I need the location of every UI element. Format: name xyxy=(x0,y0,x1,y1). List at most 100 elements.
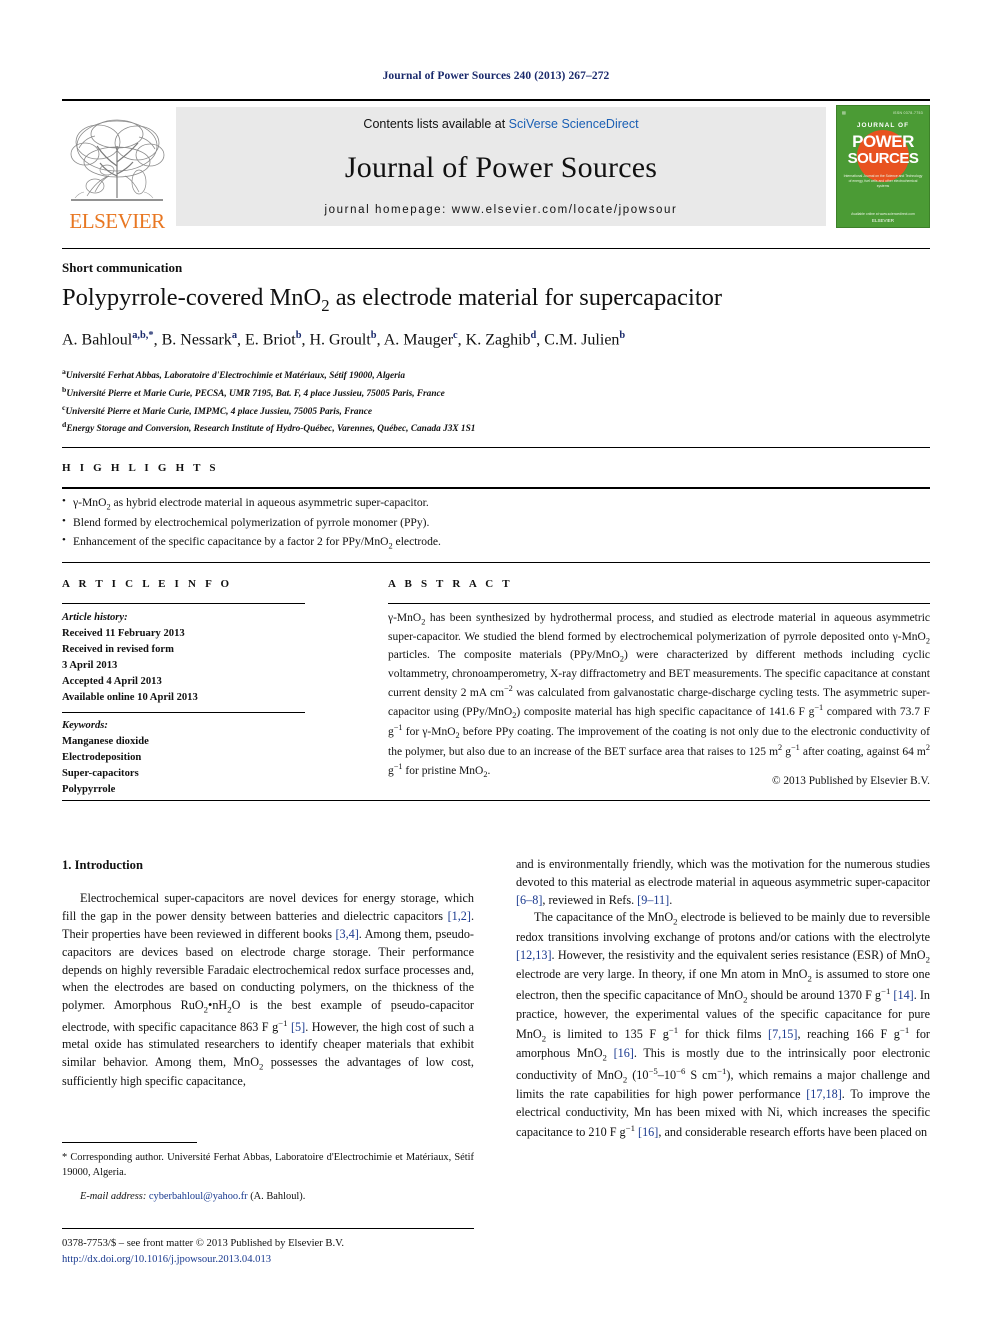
reference-citation[interactable]: [17,18] xyxy=(806,1087,842,1101)
keyword-item: Polypyrrole xyxy=(62,784,116,796)
highlights-items: γ-MnO2 as hybrid electrode material in a… xyxy=(62,493,930,553)
affiliation-item: bUniversité Pierre et Marie Curie, PECSA… xyxy=(62,384,930,402)
author-affiliation-marker: b xyxy=(619,330,626,341)
contents-line: Contents lists available at SciVerse Sci… xyxy=(363,117,638,131)
elsevier-tree-icon xyxy=(65,112,169,210)
reference-citation[interactable]: [16] xyxy=(614,1046,634,1060)
author-name: A. Bahloul xyxy=(62,331,133,349)
affiliation-text: Université Pierre et Marie Curie, PECSA,… xyxy=(66,388,445,399)
keywords-rule xyxy=(62,712,305,713)
author-affiliation-marker: a xyxy=(231,330,238,341)
footnote-block: * Corresponding author. Université Ferha… xyxy=(62,1150,474,1204)
article-info-rule xyxy=(62,603,305,604)
footnote-rule xyxy=(62,1142,197,1143)
author-name: B. Nessark xyxy=(161,331,232,349)
intro-paragraph-right-1: and is environmentally friendly, which w… xyxy=(516,857,930,907)
reference-citation[interactable]: [9–11] xyxy=(637,893,669,907)
article-history: Article history: Received 11 February 201… xyxy=(62,610,305,707)
keyword-item: Manganese dioxide xyxy=(62,736,149,748)
info-top-rule xyxy=(62,562,930,563)
reference-citation[interactable]: [16] xyxy=(638,1125,658,1139)
article-history-label: Article history: xyxy=(62,612,128,623)
issn-line: 0378-7753/$ – see front matter © 2013 Pu… xyxy=(62,1238,345,1249)
article-history-item: Received in revised form xyxy=(62,644,174,656)
reference-citation[interactable]: [6–8] xyxy=(516,893,542,907)
cover-footer-note: Available online at www.sciencedirect.co… xyxy=(851,211,915,216)
title-part-1: Polypyrrole-covered MnO xyxy=(62,284,322,311)
journal-masthead: ELSEVIER Contents lists available at Sci… xyxy=(62,99,930,232)
author-list: A. Bahloula,b,*, B. Nessarka, E. Briotb,… xyxy=(62,330,626,349)
contents-prefix: Contents lists available at xyxy=(363,117,509,131)
keywords-label: Keywords: xyxy=(62,720,108,731)
intro-paragraph-left-1: Electrochemical super-capacitors are nov… xyxy=(62,891,474,1089)
reference-citation[interactable]: [3,4] xyxy=(335,927,358,941)
journal-homepage-link[interactable]: journal homepage: www.elsevier.com/locat… xyxy=(325,204,678,216)
author-name: A. Mauger xyxy=(383,331,454,349)
author-affiliation-marker: d xyxy=(530,330,537,341)
cover-barcode-icon: ▤ xyxy=(842,110,846,115)
journal-banner: Contents lists available at SciVerse Sci… xyxy=(176,107,826,226)
corresponding-author-note: * Corresponding author. Université Ferha… xyxy=(62,1152,474,1179)
author-name: K. Zaghib xyxy=(465,331,531,349)
email-suffix: (A. Bahloul). xyxy=(247,1191,306,1203)
article-history-item: Accepted 4 April 2013 xyxy=(62,676,162,688)
author-name: E. Briot xyxy=(245,331,296,349)
affiliation-item: dEnergy Storage and Conversion, Research… xyxy=(62,419,930,437)
journal-title: Journal of Power Sources xyxy=(344,150,658,184)
highlight-item: γ-MnO2 as hybrid electrode material in a… xyxy=(62,493,930,514)
highlight-item: Blend formed by electrochemical polymeri… xyxy=(62,513,930,533)
sciencedirect-link[interactable]: SciVerse ScienceDirect xyxy=(509,117,639,131)
title-part-2: as electrode material for supercapacitor xyxy=(329,284,723,311)
cover-journal-of: JOURNAL OF xyxy=(856,122,910,129)
email-link[interactable]: cyberbahloul@yahoo.fr xyxy=(149,1191,248,1202)
cover-subtitle: International Journal on the Science and… xyxy=(843,174,923,189)
body-column-left: 1. Introduction Electrochemical super-ca… xyxy=(62,856,474,1091)
article-page: Journal of Power Sources 240 (2013) 267–… xyxy=(0,0,992,1323)
cover-issn: ISSN 0378-7753 xyxy=(892,111,923,115)
cover-power-text: POWER xyxy=(852,132,914,151)
author-affiliation-marker: b xyxy=(295,330,302,341)
keyword-item: Electrodeposition xyxy=(62,752,142,764)
abstract-rule xyxy=(388,603,930,604)
elsevier-logo: ELSEVIER xyxy=(62,101,172,232)
issn-rule xyxy=(62,1228,474,1229)
affiliation-list: aUniversité Ferhat Abbas, Laboratoire d'… xyxy=(62,366,930,437)
highlight-item: Enhancement of the specific capacitance … xyxy=(62,532,930,553)
affiliation-text: Université Ferhat Abbas, Laboratoire d'E… xyxy=(65,371,406,382)
page-title: Polypyrrole-covered MnO2 as electrode ma… xyxy=(62,283,930,317)
reference-citation[interactable]: [7,15] xyxy=(768,1027,797,1041)
cover-elsevier-label: ELSEVIER xyxy=(871,218,894,223)
issn-block: 0378-7753/$ – see front matter © 2013 Pu… xyxy=(62,1236,512,1268)
doi-link[interactable]: http://dx.doi.org/10.1016/j.jpowsour.201… xyxy=(62,1252,512,1268)
running-head: Journal of Power Sources 240 (2013) 267–… xyxy=(382,70,610,82)
article-history-item: 3 April 2013 xyxy=(62,660,118,672)
copyright-line: © 2013 Published by Elsevier B.V. xyxy=(771,775,930,787)
author-name: H. Groult xyxy=(309,331,371,349)
author-affiliation-marker: b xyxy=(370,330,377,341)
article-history-item: Received 11 February 2013 xyxy=(62,628,185,640)
author-affiliation-marker: c xyxy=(453,330,458,341)
reference-citation[interactable]: [14] xyxy=(893,988,913,1002)
abstract-bottom-rule xyxy=(62,800,930,801)
journal-cover-thumbnail[interactable]: ▤ ISSN 0378-7753 JOURNAL OF POWER SOURCE… xyxy=(836,105,930,228)
body-column-right: and is environmentally friendly, which w… xyxy=(516,856,930,1142)
masthead-bottom-rule xyxy=(62,248,930,249)
intro-paragraph-right-2: The capacitance of the MnO2 electrode is… xyxy=(516,910,930,1139)
reference-citation[interactable]: [1,2] xyxy=(448,909,471,923)
article-info-heading: A R T I C L E I N F O xyxy=(62,578,233,590)
abstract-heading: A B S T R A C T xyxy=(388,578,513,590)
author-name: C.M. Julien xyxy=(544,331,620,349)
section-heading-introduction: 1. Introduction xyxy=(62,858,143,872)
affiliation-item: aUniversité Ferhat Abbas, Laboratoire d'… xyxy=(62,366,930,384)
abstract-text: γ-MnO2 has been synthesized by hydrother… xyxy=(388,612,931,780)
keywords-block: Keywords: Manganese dioxide Electrodeposit… xyxy=(62,718,305,798)
title-subscript: 2 xyxy=(321,295,330,315)
reference-citation[interactable]: [12,13] xyxy=(516,948,552,962)
article-type-label: Short communication xyxy=(62,260,183,275)
cover-sources-text: SOURCES xyxy=(847,150,919,167)
highlights-list: γ-MnO2 as hybrid electrode material in a… xyxy=(62,493,930,553)
affiliation-text: Energy Storage and Conversion, Research … xyxy=(66,424,476,435)
elsevier-wordmark: ELSEVIER xyxy=(69,209,165,233)
reference-citation[interactable]: [5] xyxy=(291,1020,305,1034)
highlights-heading: H I G H L I G H T S xyxy=(62,462,219,474)
